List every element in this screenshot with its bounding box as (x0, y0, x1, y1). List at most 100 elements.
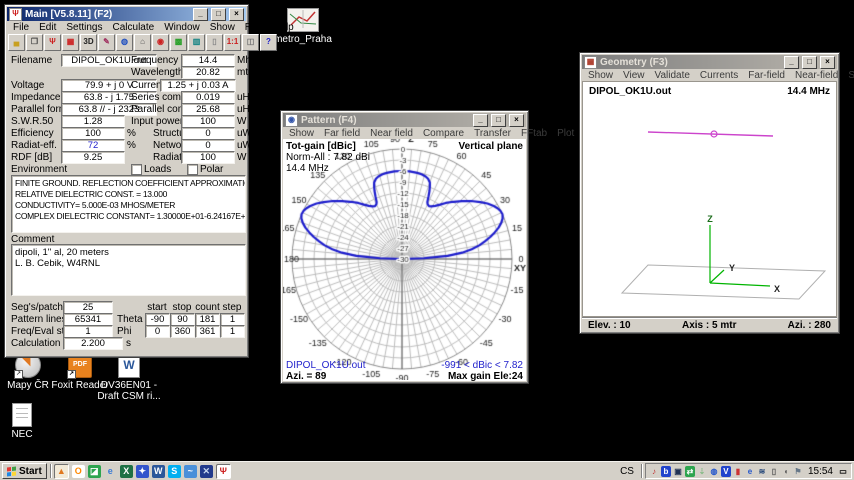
menu-item[interactable]: Transfer (469, 128, 516, 139)
minimize-button[interactable]: _ (784, 56, 799, 69)
help-icon[interactable]: ? (260, 34, 277, 51)
menu-item[interactable]: Show (583, 70, 618, 81)
table-icon[interactable]: ▥ (188, 34, 205, 51)
sync-icon[interactable]: ⇄ (685, 466, 695, 477)
taskbar-clock[interactable]: 15:54 (805, 466, 836, 477)
geometry-window-titlebar[interactable]: ▦ Geometry (F3) _ □ × (582, 55, 837, 69)
normalization-label: Norm-All : 7.82 dBi (286, 152, 370, 163)
maximize-button[interactable]: □ (802, 56, 817, 69)
4nec2-icon[interactable]: Ψ (216, 464, 231, 479)
voltage-label: Voltage (11, 80, 44, 91)
menu-item[interactable]: Near field (365, 128, 418, 139)
alert-icon[interactable]: ▮ (733, 466, 743, 477)
update-icon[interactable]: ⇣ (697, 466, 707, 477)
language-indicator[interactable]: CS (616, 466, 638, 477)
excel-icon[interactable]: X (120, 465, 133, 478)
menu-item[interactable]: Window (159, 22, 205, 33)
menu-item[interactable]: Far-field (743, 70, 790, 81)
geometry-edit-icon[interactable]: ▦ (62, 34, 79, 51)
bluetooth-icon[interactable]: b (661, 466, 671, 477)
polar-pattern-chart[interactable] (283, 139, 526, 380)
internet-explorer-icon[interactable]: e (104, 465, 117, 478)
phi-stop-field[interactable]: 360 (170, 325, 195, 338)
phi-label: Phi (117, 326, 131, 337)
main-window-titlebar[interactable]: Ψ Main [V5.8.11] (F2) _ □ × (7, 7, 246, 21)
colors-icon[interactable]: ▩ (170, 34, 187, 51)
menu-item[interactable]: Settings (61, 22, 107, 33)
phi-count-field[interactable]: 361 (195, 325, 220, 338)
antenna-icon[interactable]: Ψ (44, 34, 61, 51)
one-to-one-icon[interactable]: 1:1 (224, 34, 241, 51)
speaker-icon[interactable]: ◖ (781, 466, 791, 477)
menu-item[interactable]: Near-field (790, 70, 843, 81)
menu-item[interactable]: Calculate (108, 22, 160, 33)
close-button[interactable]: × (229, 8, 244, 21)
photo-app-icon[interactable]: ▲ (54, 464, 69, 479)
opera-icon[interactable]: O (72, 465, 85, 478)
geometry-view[interactable]: DIPOL_OK1U.out 14.4 MHz Z Y X (582, 81, 837, 317)
skype-icon[interactable]: S (168, 465, 181, 478)
network-icon[interactable]: ◍ (709, 466, 719, 477)
display-settings-icon[interactable]: ▣ (673, 466, 683, 477)
ie-tray-icon[interactable]: e (745, 466, 755, 477)
remote-desktop-icon[interactable]: ✕ (200, 465, 213, 478)
menu-item[interactable]: FFtab (516, 128, 552, 139)
windows-logo-icon (7, 466, 16, 476)
close-button[interactable]: × (820, 56, 835, 69)
home-icon[interactable]: ⌂ (134, 34, 151, 51)
menu-item[interactable]: Currents (695, 70, 743, 81)
book-icon[interactable]: ◫ (242, 34, 259, 51)
menu-item[interactable]: Plot (552, 128, 579, 139)
display-icon[interactable]: ▭ (838, 466, 848, 477)
minimize-button[interactable]: _ (193, 8, 208, 21)
view-3d-icon[interactable]: 3D (80, 34, 97, 51)
maximize-button[interactable]: □ (211, 8, 226, 21)
desktop-icon-nec[interactable]: NEC (2, 403, 42, 440)
4nec2-app-icon: Ψ (9, 8, 22, 21)
menu-item[interactable]: Edit (34, 22, 61, 33)
flag-icon[interactable]: ⚑ (793, 466, 803, 477)
save-tool-icon[interactable]: ✦ (136, 465, 149, 478)
phi-step-field[interactable]: 1 (220, 325, 245, 338)
messenger-icon[interactable]: ~ (184, 465, 197, 478)
maximize-button[interactable]: □ (491, 114, 506, 127)
copy-window-icon[interactable]: ❐ (26, 34, 43, 51)
sweep-header-step: step (220, 302, 244, 313)
battery-icon[interactable]: ▯ (769, 466, 779, 477)
wifi-icon[interactable]: ≋ (757, 466, 767, 477)
volume-muted-icon[interactable]: ♪ (649, 466, 659, 477)
efficiency-unit: % (127, 128, 136, 139)
menu-item[interactable]: Show (284, 128, 319, 139)
minimize-button[interactable]: _ (473, 114, 488, 127)
menu-item[interactable]: Help (268, 22, 299, 33)
pattern-window-titlebar[interactable]: ◉ Pattern (F4) _ □ × (283, 113, 526, 127)
menu-item[interactable]: Run (240, 22, 268, 33)
menu-item[interactable]: Compare (418, 128, 469, 139)
parallel-form-label: Parallel form (11, 104, 67, 115)
x-axis (710, 283, 770, 286)
far-field-icon[interactable]: ◉ (152, 34, 169, 51)
globe-icon[interactable]: ◍ (116, 34, 133, 51)
menu-item[interactable]: Segm. (843, 70, 854, 81)
word-icon[interactable]: W (152, 465, 165, 478)
environment-text[interactable]: FINITE GROUND. REFLECTION COEFFICIENT AP… (11, 175, 246, 233)
menu-item[interactable]: Validate (650, 70, 695, 81)
desktop-icon-dv36en01[interactable]: W DV36EN01 - Draft CSM ri... (96, 352, 162, 402)
menu-item[interactable]: Show (205, 22, 240, 33)
menu-item[interactable]: View (618, 70, 650, 81)
radiat-power-unit: W (237, 152, 246, 163)
menu-item[interactable]: Far field (319, 128, 365, 139)
open-file-icon[interactable]: ▄ (8, 34, 25, 51)
save-icon[interactable]: ▯ (206, 34, 223, 51)
loads-checkbox[interactable] (131, 164, 142, 175)
shield-icon[interactable]: V (721, 466, 731, 477)
menu-item[interactable]: File (8, 22, 34, 33)
start-button[interactable]: Start (2, 463, 47, 479)
rdf-field: 9.25 (61, 151, 125, 164)
edit-icon[interactable]: ✎ (98, 34, 115, 51)
comment-text[interactable]: dipoli, 1'' al, 20 meters L. B. Cebik, W… (11, 244, 246, 296)
phi-start-field[interactable]: 0 (145, 325, 170, 338)
green-app-icon[interactable]: ◪ (88, 465, 101, 478)
polar-checkbox[interactable] (187, 164, 198, 175)
close-button[interactable]: × (509, 114, 524, 127)
